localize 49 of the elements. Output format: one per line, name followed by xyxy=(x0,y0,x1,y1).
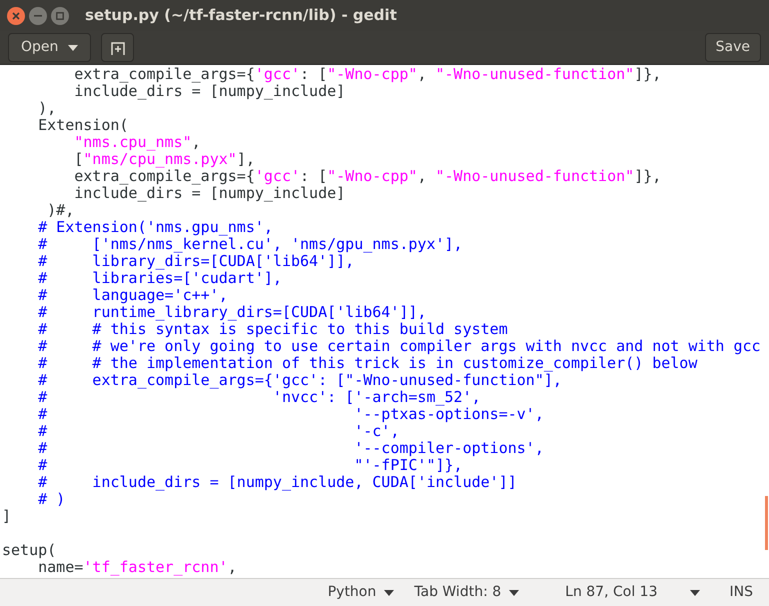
open-button[interactable]: Open xyxy=(8,33,92,62)
maximize-button[interactable] xyxy=(51,6,69,24)
save-button[interactable]: Save xyxy=(704,33,761,62)
close-icon xyxy=(12,12,20,20)
code-line: extra_compile_args={'gcc': ["-Wno-cpp", "-Wno-unused-function"]}, xyxy=(73,168,662,185)
code-line: ), xyxy=(37,100,56,117)
code-line: # '--compiler-options', xyxy=(37,440,544,457)
language-dropdown[interactable]: Python xyxy=(322,582,400,603)
code-line: )#, xyxy=(46,202,74,219)
code-line: # # the implementation of this trick is in customize_compiler() below xyxy=(37,355,698,372)
code-line: include_dirs = [numpy_include] xyxy=(73,83,346,100)
code-line: extra_compile_args={'gcc': ["-Wno-cpp", "-Wno-unused-function"]}, xyxy=(73,66,662,83)
code-line: Extension( xyxy=(37,117,128,134)
caret-icon xyxy=(384,590,394,596)
code-line: "nms.cpu_nms", xyxy=(73,134,201,151)
code-line: # ) xyxy=(37,491,66,508)
cursor-position: Ln 87, Col 13 xyxy=(565,583,658,602)
caret-icon xyxy=(509,590,520,596)
code-line: # extra_compile_args={'gcc': ["-Wno-unused-function"], xyxy=(37,372,562,389)
code-line: ] xyxy=(2,508,12,525)
code-line: # ['nms/nms_kernel.cu', 'nms/gpu_nms.pyx'], xyxy=(37,236,463,253)
minimize-icon xyxy=(34,14,42,16)
code-line: # Extension('nms.gpu_nms', xyxy=(37,219,273,236)
new-tab-button[interactable] xyxy=(101,33,134,62)
code-line: ["nms/cpu_nms.pyx"], xyxy=(73,151,255,168)
code-line: # '-c', xyxy=(37,423,400,440)
code-line: # '--ptxas-options=-v', xyxy=(37,406,544,423)
code-line: # library_dirs=[CUDA['lib64']], xyxy=(37,253,354,270)
close-button[interactable] xyxy=(7,6,25,24)
code-line: include_dirs = [numpy_include] xyxy=(73,185,346,202)
caret-icon xyxy=(68,44,78,50)
code-line: # "'-fPIC'"]}, xyxy=(37,457,463,474)
code-line: # # we're only going to use certain compiler args with nvcc and not with gcc xyxy=(37,338,761,355)
tab-width-dropdown[interactable]: Tab Width: 8 xyxy=(408,582,526,603)
minimize-button[interactable] xyxy=(29,6,47,24)
code-line: # libraries=['cudart'], xyxy=(37,270,282,287)
maximize-icon xyxy=(56,12,64,20)
code-line: name='tf_faster_rcnn', xyxy=(38,559,237,576)
code-line: setup( xyxy=(2,542,56,559)
insert-mode: INS xyxy=(730,583,753,602)
window-title: setup.py (~/tf-faster-rcnn/lib) - gedit xyxy=(85,5,397,26)
new-document-icon xyxy=(110,40,126,56)
scrollbar-indicator[interactable] xyxy=(765,496,768,550)
code-line: # include_dirs = [numpy_include, CUDA['include']] xyxy=(37,474,517,491)
caret-icon xyxy=(690,590,700,596)
code-line: # runtime_library_dirs=[CUDA['lib64']], xyxy=(37,304,426,321)
code-line: # language='c++', xyxy=(37,287,228,304)
code-line: # 'nvcc': ['-arch=sm_52', xyxy=(37,389,481,406)
code-line: # # this syntax is specific to this build system xyxy=(37,321,508,338)
